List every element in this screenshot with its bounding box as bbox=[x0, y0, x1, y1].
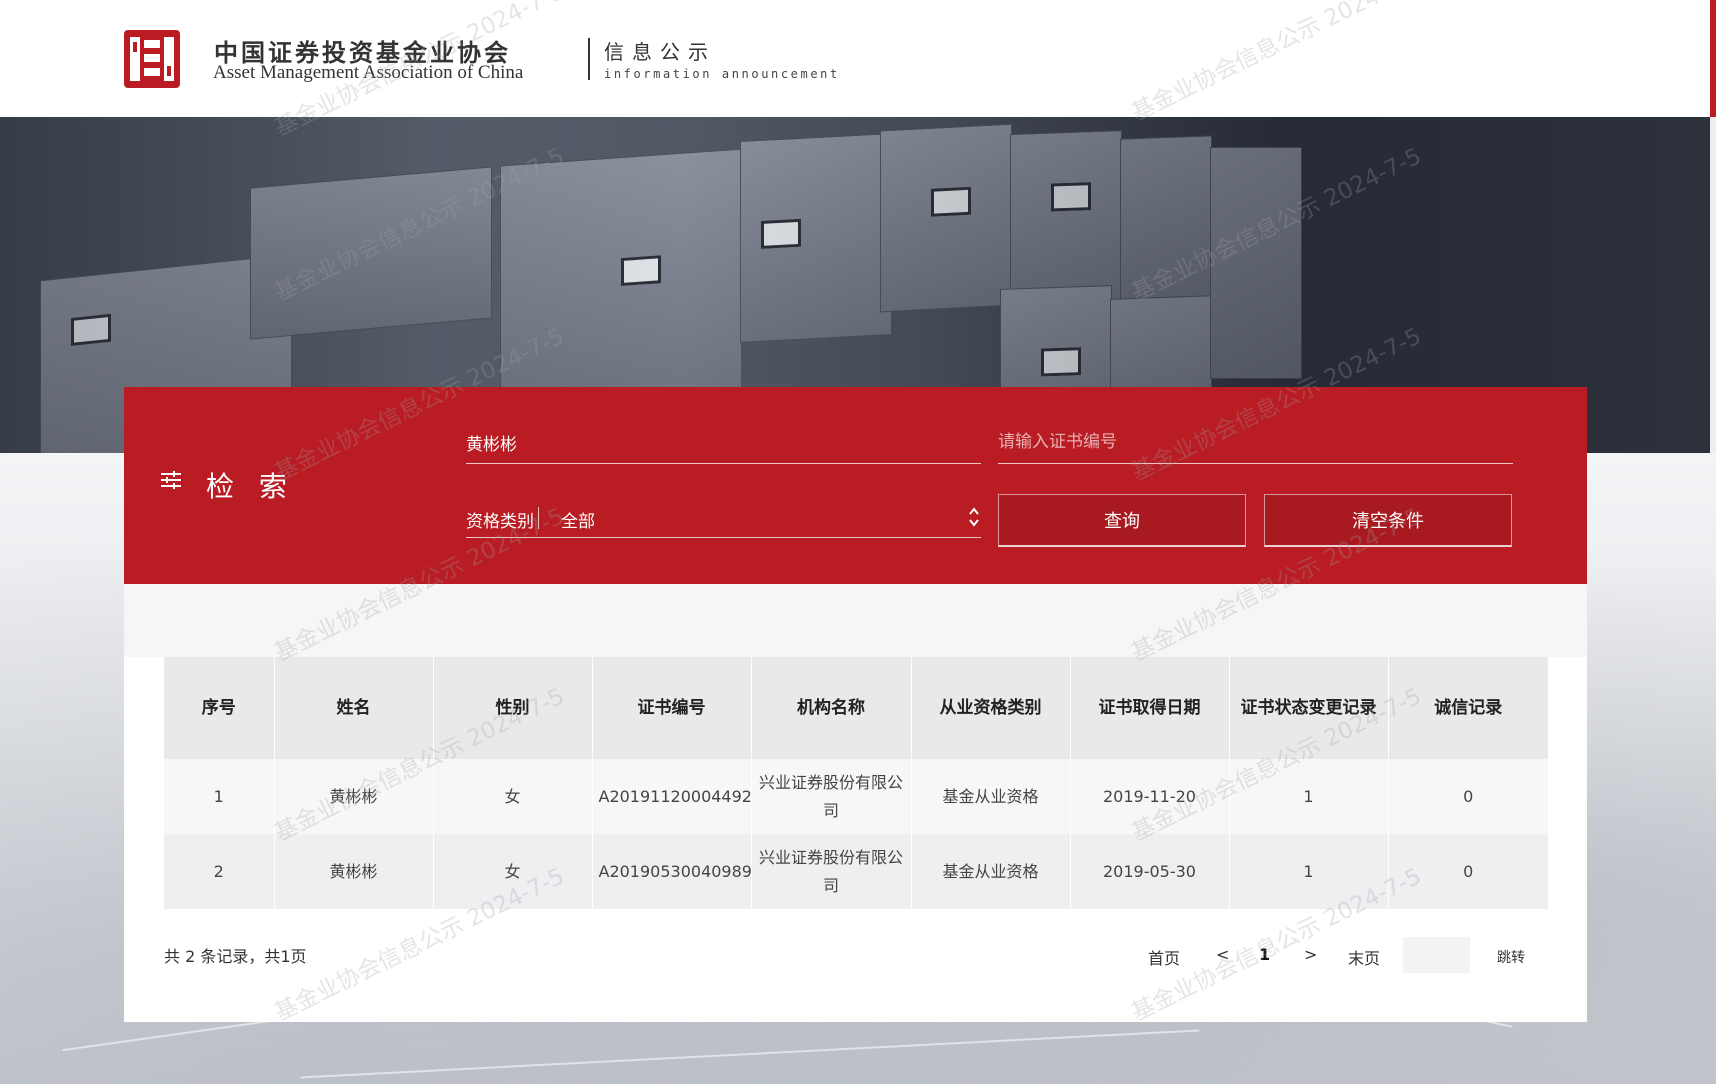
col-header-name: 姓名 bbox=[274, 657, 434, 759]
amac-logo-icon bbox=[124, 30, 180, 88]
col-header-cert-number: 证书编号 bbox=[592, 657, 752, 759]
site-header: 中国证券投资基金业协会 Asset Management Association… bbox=[0, 0, 1716, 117]
qualification-select[interactable]: 资格类别 全部 bbox=[466, 495, 981, 538]
cell-qualification: 基金从业资格 bbox=[911, 759, 1071, 834]
cell-index: 2 bbox=[164, 834, 275, 909]
cell-index: 1 bbox=[164, 759, 275, 834]
section-name-en: information announcement bbox=[604, 67, 840, 81]
col-header-institution: 机构名称 bbox=[751, 657, 912, 759]
cell-name[interactable]: 黄彬彬 bbox=[274, 759, 434, 834]
clear-conditions-button[interactable]: 清空条件 bbox=[1264, 494, 1512, 547]
cell-cert-date: 2019-05-30 bbox=[1070, 834, 1230, 909]
record-summary: 共 2 条记录，共1页 bbox=[164, 947, 307, 966]
col-header-qualification: 从业资格类别 bbox=[911, 657, 1071, 759]
logo-divider bbox=[588, 38, 590, 80]
org-name-en: Asset Management Association of China bbox=[213, 62, 524, 83]
cell-name[interactable]: 黄彬彬 bbox=[274, 834, 434, 909]
col-header-credit-record: 诚信记录 bbox=[1388, 657, 1548, 759]
cell-status-changes[interactable]: 1 bbox=[1229, 759, 1389, 834]
table-header-row: 序号 姓名 性别 证书编号 机构名称 从业资格类别 证书取得日期 证书状态变更记… bbox=[164, 657, 1548, 759]
cell-gender: 女 bbox=[433, 834, 593, 909]
table-row[interactable]: 1 黄彬彬 女 A20191120004492 兴业证券股份有限公司 基金从业资… bbox=[164, 759, 1548, 834]
section-name-cn: 信息公示 bbox=[604, 40, 716, 64]
cell-credit-record[interactable]: 0 bbox=[1388, 834, 1548, 909]
cell-cert-date: 2019-11-20 bbox=[1070, 759, 1230, 834]
qualification-value: 全部 bbox=[561, 512, 595, 532]
cert-number-input[interactable] bbox=[998, 421, 1513, 463]
search-title: 检 索 bbox=[206, 470, 295, 503]
results-top-band bbox=[124, 584, 1587, 657]
query-button[interactable]: 查询 bbox=[998, 494, 1246, 547]
cell-credit-record[interactable]: 0 bbox=[1388, 759, 1548, 834]
pager-current-page[interactable]: 1 bbox=[1259, 945, 1270, 964]
cell-qualification: 基金从业资格 bbox=[911, 834, 1071, 909]
updown-arrows-icon bbox=[969, 507, 979, 527]
cell-gender: 女 bbox=[433, 759, 593, 834]
cell-status-changes[interactable]: 1 bbox=[1229, 834, 1389, 909]
cell-cert-number: A20190530040989 bbox=[592, 834, 752, 909]
pager-next[interactable]: > bbox=[1304, 945, 1317, 964]
results-table: 序号 姓名 性别 证书编号 机构名称 从业资格类别 证书取得日期 证书状态变更记… bbox=[164, 657, 1548, 909]
qualification-label: 资格类别 bbox=[466, 512, 534, 532]
col-header-gender: 性别 bbox=[433, 657, 593, 759]
pager-first[interactable]: 首页 bbox=[1148, 945, 1180, 969]
cell-institution: 兴业证券股份有限公司 bbox=[751, 759, 912, 834]
col-header-index: 序号 bbox=[164, 657, 275, 759]
cert-number-field bbox=[998, 421, 1513, 464]
pager-jump-button[interactable]: 跳转 bbox=[1497, 947, 1525, 967]
search-panel: 检 索 资格类别 全部 查询 清空条件 bbox=[124, 387, 1587, 584]
pager-prev[interactable]: < bbox=[1216, 945, 1229, 964]
cell-institution: 兴业证券股份有限公司 bbox=[751, 834, 912, 909]
name-field bbox=[466, 421, 981, 464]
table-row[interactable]: 2 黄彬彬 女 A20190530040989 兴业证券股份有限公司 基金从业资… bbox=[164, 834, 1548, 909]
cell-cert-number: A20191120004492 bbox=[592, 759, 752, 834]
name-input[interactable] bbox=[466, 421, 981, 463]
pager-last[interactable]: 末页 bbox=[1348, 945, 1380, 969]
col-header-status-changes: 证书状态变更记录 bbox=[1229, 657, 1389, 759]
filter-sliders-icon bbox=[161, 471, 181, 489]
col-header-cert-date: 证书取得日期 bbox=[1070, 657, 1230, 759]
page-jump-input[interactable] bbox=[1403, 937, 1470, 973]
results-panel: 序号 姓名 性别 证书编号 机构名称 从业资格类别 证书取得日期 证书状态变更记… bbox=[124, 584, 1587, 1022]
select-divider bbox=[538, 507, 539, 529]
